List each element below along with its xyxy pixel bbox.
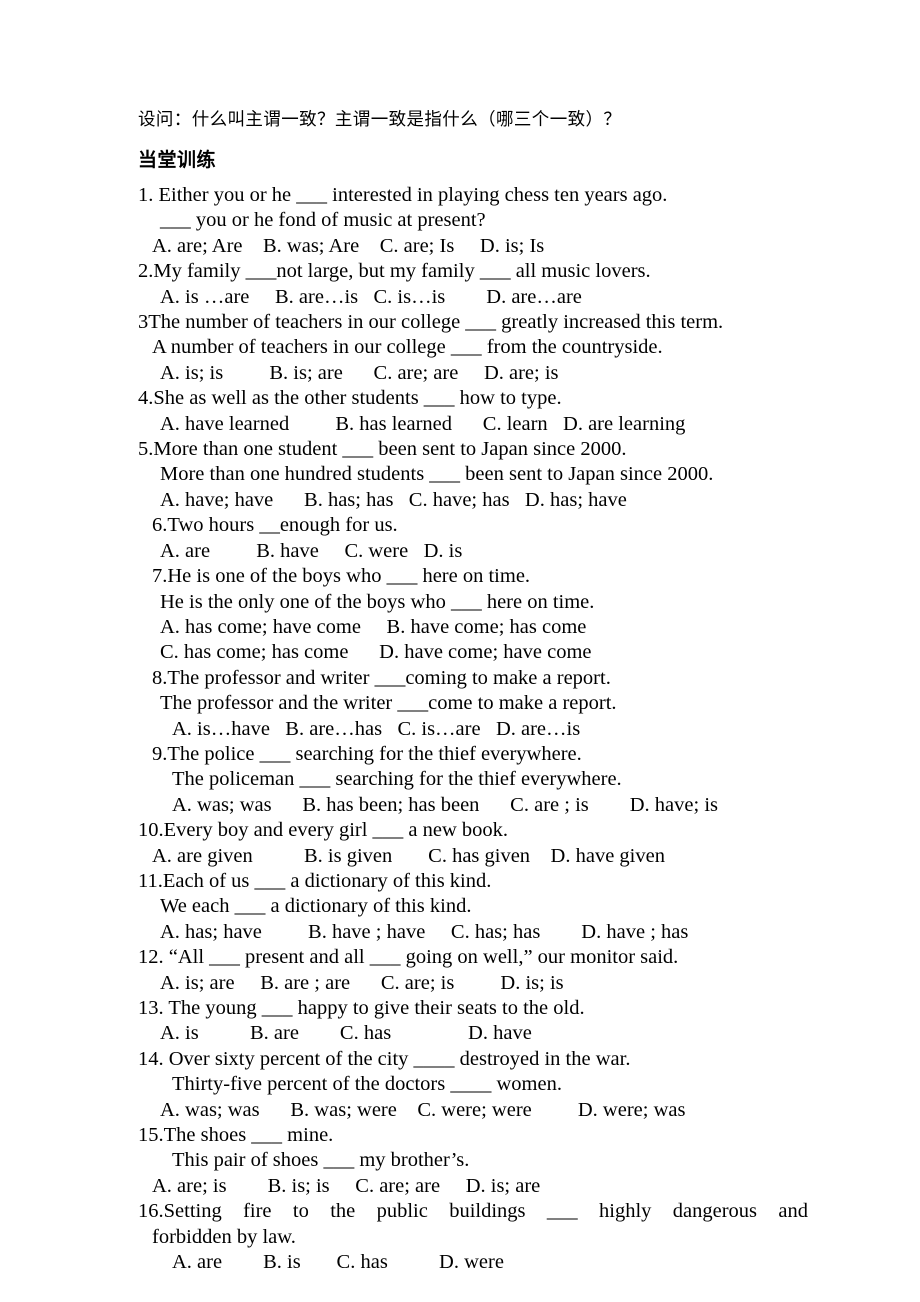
question-item: 3The number of teachers in our college _…: [138, 310, 810, 386]
question-subline: This pair of shoes ___ my brother’s.: [172, 1149, 470, 1172]
question-stem: 13. The young ___ happy to give their se…: [138, 997, 585, 1019]
question-item: 11.Each of us ___ a dictionary of this k…: [138, 869, 810, 945]
question-subline: Thirty-five percent of the doctors ____ …: [172, 1073, 562, 1096]
question-options: A. has; have B. have ; have C. has; has …: [160, 920, 689, 943]
question-stem: 5.More than one student ___ been sent to…: [138, 438, 627, 461]
question-stem: 6.Two hours __enough for us.: [152, 514, 398, 537]
question-subline: We each ___ a dictionary of this kind.: [160, 895, 472, 918]
question-stem: 14. Over sixty percent of the city ____ …: [138, 1047, 631, 1070]
question-options: A. is…have B. are…has C. is…are D. are…i…: [172, 717, 581, 740]
question-options: A. was; was B. was; were C. were; were D…: [160, 1098, 686, 1121]
section-heading: 当堂训练: [138, 150, 217, 171]
question-item: 14. Over sixty percent of the city ____ …: [138, 1047, 810, 1123]
question-options: A. are B. is C. has D. were: [172, 1251, 504, 1274]
question-item: 4.She as well as the other students ___ …: [138, 386, 810, 437]
question-item: 5.More than one student ___ been sent to…: [138, 437, 810, 513]
question-item: 13. The young ___ happy to give their se…: [138, 996, 810, 1047]
question-stem: 12. “All ___ present and all ___ going o…: [138, 946, 679, 969]
question-stem: 4.She as well as the other students ___ …: [138, 387, 562, 410]
question-options: A. is; is B. is; are C. are; are D. are;…: [160, 361, 559, 384]
question-item: 16.Setting fire to the public buildings …: [138, 1199, 810, 1275]
question-item: 8.The professor and writer ___coming to …: [138, 666, 810, 742]
question-options: A. are; Are B. was; Are C. are; Is D. is…: [152, 234, 545, 257]
question-item: 6.Two hours __enough for us. A. are B. h…: [138, 513, 810, 564]
question-stem: 9.The police ___ searching for the thief…: [152, 742, 582, 765]
question-options-second-row: C. has come; has come D. have come; have…: [160, 641, 592, 664]
question-item: 1. Either you or he ___ interested in pl…: [138, 183, 810, 259]
question-item: 12. “All ___ present and all ___ going o…: [138, 945, 810, 996]
question-options: A. is B. are C. has D. have: [160, 1022, 532, 1045]
worksheet-page: 设问：什么叫主谓一致？主谓一致是指什么（哪三个一致）？ 当堂训练 1. Eith…: [0, 0, 920, 1302]
question-stem: 7.He is one of the boys who ___ here on …: [152, 565, 531, 588]
question-stem: 3The number of teachers in our college _…: [138, 311, 724, 334]
question-stem: 1. Either you or he ___ interested in pl…: [138, 184, 668, 206]
question-subline: forbidden by law.: [152, 1225, 296, 1248]
question-list: 1. Either you or he ___ interested in pl…: [138, 183, 810, 1275]
question-subline: The professor and the writer ___come to …: [160, 692, 617, 715]
question-stem: 8.The professor and writer ___coming to …: [152, 666, 611, 689]
question-item: 9.The police ___ searching for the thief…: [138, 742, 810, 818]
question-subline: He is the only one of the boys who ___ h…: [160, 590, 595, 613]
question-options: A. are B. have C. were D. is: [160, 539, 463, 562]
prompt-line: 设问：什么叫主谓一致？主谓一致是指什么（哪三个一致）？: [138, 109, 622, 129]
question-subline: The policeman ___ searching for the thie…: [172, 768, 622, 791]
question-stem: 16.Setting fire to the public buildings …: [138, 1200, 808, 1223]
question-options: A. are given B. is given C. has given D.…: [152, 844, 665, 867]
question-item: 2.My family ___not large, but my family …: [138, 259, 810, 310]
question-stem: 11.Each of us ___ a dictionary of this k…: [138, 869, 492, 892]
question-options: A. have; have B. has; has C. have; has D…: [160, 488, 627, 511]
question-subline: ___ you or he fond of music at present?: [160, 209, 486, 232]
question-subline: A number of teachers in our college ___ …: [152, 336, 663, 359]
question-item: 7.He is one of the boys who ___ here on …: [138, 564, 810, 666]
question-options: A. have learned B. has learned C. learn …: [160, 412, 686, 435]
question-options: A. has come; have come B. have come; has…: [160, 615, 587, 638]
question-stem: 15.The shoes ___ mine.: [138, 1124, 334, 1147]
question-options: A. was; was B. has been; has been C. are…: [172, 793, 718, 816]
question-options: A. is; are B. are ; are C. are; is D. is…: [160, 971, 564, 994]
question-stem: 2.My family ___not large, but my family …: [138, 260, 651, 283]
question-stem: 10.Every boy and every girl ___ a new bo…: [138, 819, 509, 842]
question-options: A. are; is B. is; is C. are; are D. is; …: [152, 1174, 541, 1197]
question-subline: More than one hundred students ___ been …: [160, 463, 714, 486]
question-options: A. is …are B. are…is C. is…is D. are…are: [160, 285, 582, 308]
question-item: 10.Every boy and every girl ___ a new bo…: [138, 818, 810, 869]
question-item: 15.The shoes ___ mine. This pair of shoe…: [138, 1123, 810, 1199]
